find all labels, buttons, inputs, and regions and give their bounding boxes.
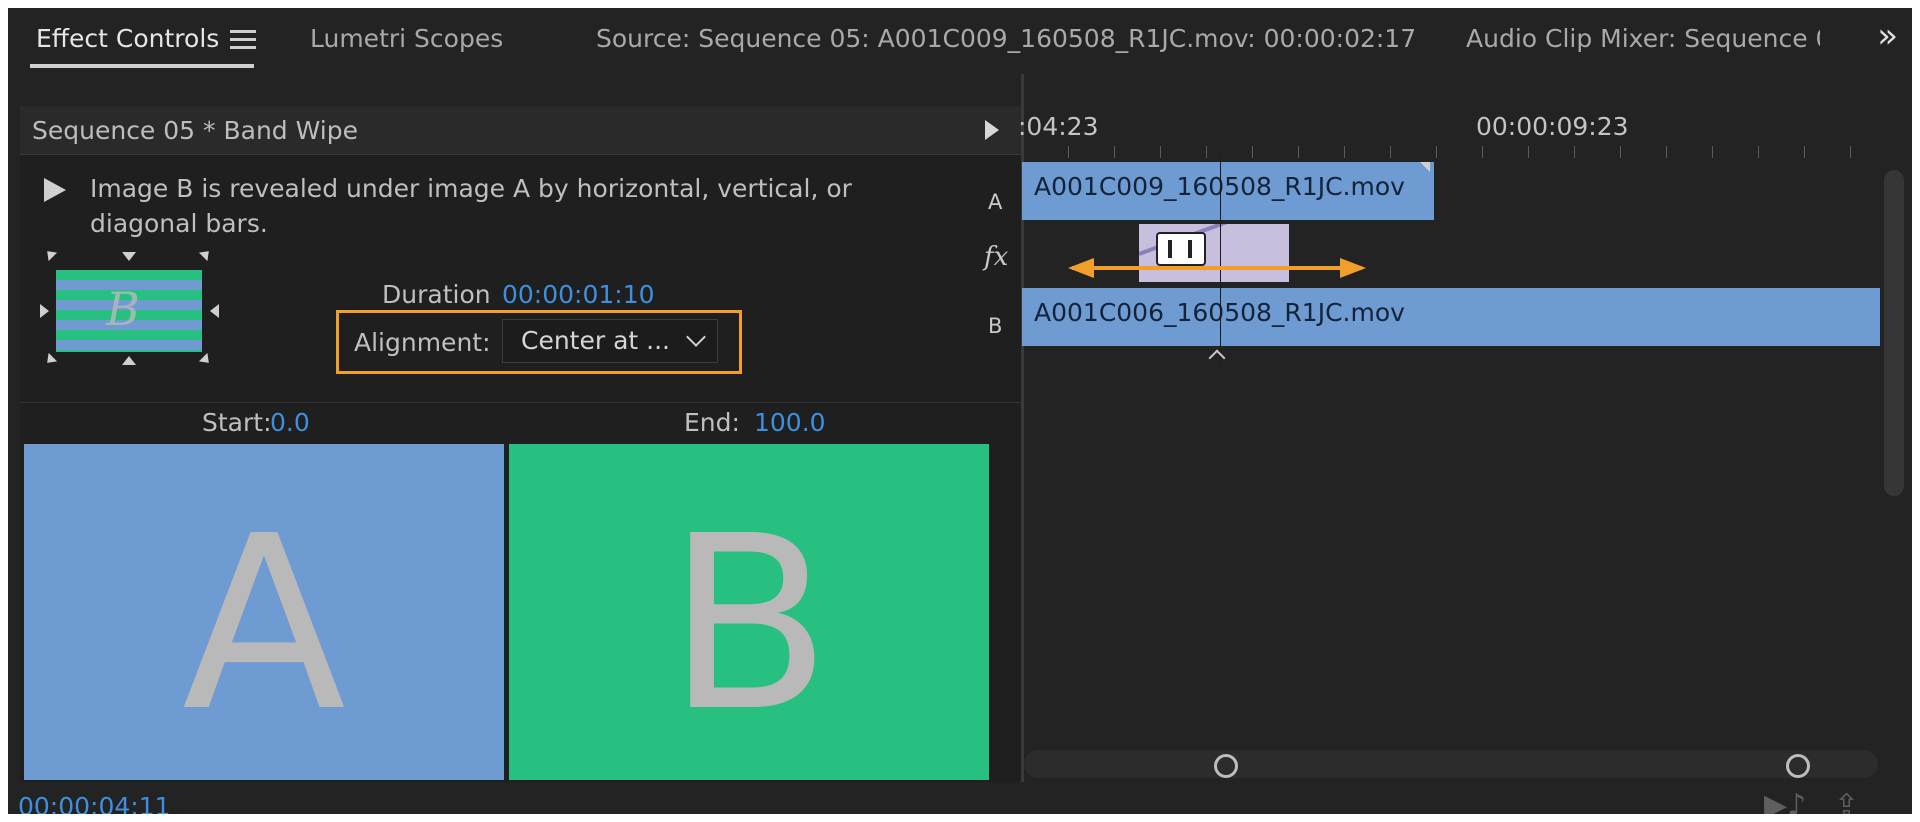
clip-b[interactable]: A001C006_160508_R1JC.mov xyxy=(1022,288,1880,346)
zoom-handle-right[interactable] xyxy=(1786,754,1810,778)
ruler-tick xyxy=(1252,146,1253,158)
edge-selector[interactable]: B xyxy=(28,244,219,368)
end-value[interactable]: 100.0 xyxy=(754,408,826,437)
edge-arrow-bottom-left-icon[interactable] xyxy=(42,352,58,368)
ruler-tick xyxy=(1850,146,1851,158)
ruler-tick xyxy=(1528,146,1529,158)
start-label: Start: xyxy=(202,408,272,437)
play-transition-icon[interactable] xyxy=(44,178,66,202)
clip-a-corner-icon xyxy=(1420,162,1430,172)
arrow-right-icon xyxy=(1340,258,1366,278)
ruler-tick xyxy=(1390,146,1391,158)
thumbnail-letter-b: B xyxy=(106,282,140,336)
timeline-vertical-scrollbar[interactable] xyxy=(1884,170,1904,496)
panel-divider xyxy=(20,402,1024,403)
arrow-left-icon xyxy=(1068,258,1094,278)
ruler-tick xyxy=(1206,146,1207,158)
ruler-tick xyxy=(1666,146,1667,158)
panel-tab-bar: Effect Controls Lumetri Scopes Source: S… xyxy=(8,8,1912,74)
edge-arrow-top-left-icon[interactable] xyxy=(42,246,58,262)
ruler-tick xyxy=(1574,146,1575,158)
ruler-tick xyxy=(1298,146,1299,158)
ruler-tick xyxy=(1620,146,1621,158)
drag-direction-arrow xyxy=(1072,266,1362,270)
edge-arrow-right-icon[interactable] xyxy=(210,304,219,318)
sequence-title: Sequence 05 * Band Wipe xyxy=(32,116,358,145)
duration-value[interactable]: 00:00:01:10 xyxy=(502,280,655,309)
fx-icon: fx xyxy=(984,242,1009,272)
zoom-handle-left[interactable] xyxy=(1214,754,1238,778)
show-timeline-play-icon[interactable] xyxy=(985,120,999,140)
trim-cursor-icon xyxy=(1156,232,1206,266)
transition-description: Image B is revealed under image A by hor… xyxy=(90,174,852,238)
clip-a[interactable]: A001C009_160508_R1JC.mov xyxy=(1022,162,1434,220)
start-value[interactable]: 0.0 xyxy=(270,408,310,437)
effect-controls-window: Effect Controls Lumetri Scopes Source: S… xyxy=(8,8,1912,814)
ruler-tick xyxy=(1482,146,1483,158)
playhead-marker-icon[interactable] xyxy=(1208,349,1226,367)
panel-menu-icon[interactable] xyxy=(230,26,256,50)
more-panels-icon[interactable]: » xyxy=(1877,16,1898,56)
alignment-label: Alignment: xyxy=(354,328,491,357)
export-icon[interactable]: ⇪ xyxy=(1834,788,1859,814)
edge-arrow-left-icon[interactable] xyxy=(40,304,49,318)
tab-audio-clip-mixer[interactable]: Audio Clip Mixer: Sequence 05 xyxy=(1466,24,1820,53)
edge-arrow-bottom-icon[interactable] xyxy=(122,356,136,365)
ruler-tick xyxy=(1068,146,1069,158)
tab-effect-controls[interactable]: Effect Controls xyxy=(36,24,219,53)
timeline-time-start: :04:23 xyxy=(1018,112,1099,141)
active-tab-underline xyxy=(30,64,254,68)
alignment-dropdown[interactable]: Center at ... xyxy=(502,319,718,363)
preview-a[interactable]: A xyxy=(24,444,504,780)
ruler-tick xyxy=(1160,146,1161,158)
tab-source-monitor[interactable]: Source: Sequence 05: A001C009_160508_R1J… xyxy=(596,24,1416,53)
ruler-tick xyxy=(1114,146,1115,158)
current-timecode[interactable]: 00:00:04:11 xyxy=(18,792,171,814)
tab-lumetri-scopes[interactable]: Lumetri Scopes xyxy=(310,24,503,53)
sequence-header: Sequence 05 * Band Wipe xyxy=(20,106,1024,155)
timeline-time-end: 00:00:09:23 xyxy=(1476,112,1629,141)
end-label: End: xyxy=(684,408,740,437)
preview-b-letter: B xyxy=(666,484,832,764)
playhead[interactable] xyxy=(1220,158,1221,362)
preview-a-letter: A xyxy=(181,484,347,764)
play-audio-icon[interactable]: ▶♪ xyxy=(1764,788,1806,814)
ruler-tick xyxy=(1804,146,1805,158)
track-a-label: A xyxy=(988,190,1003,214)
ruler-tick xyxy=(1712,146,1713,158)
ruler-tick xyxy=(1436,146,1437,158)
ruler-tick xyxy=(1758,146,1759,158)
alignment-selected-value: Center at ... xyxy=(521,326,670,355)
edge-arrow-top-icon[interactable] xyxy=(122,252,136,261)
timeline-zoom-scrollbar[interactable] xyxy=(1024,750,1878,778)
chevron-down-icon xyxy=(686,327,706,347)
ruler-tick xyxy=(1344,146,1345,158)
preview-b[interactable]: B xyxy=(509,444,989,780)
duration-label: Duration xyxy=(382,280,491,309)
track-b-label: B xyxy=(988,314,1003,338)
transition-thumbnail: B xyxy=(56,270,202,352)
